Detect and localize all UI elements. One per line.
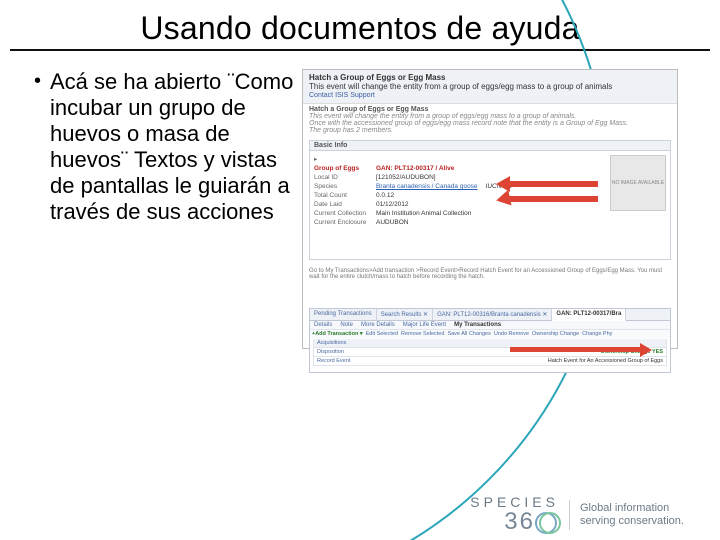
brand-big: 36 [504,508,535,535]
logo-ring-icon [535,509,559,533]
toolbar-row: +Add Transaction ▾ Edit Selected Remove … [310,330,670,338]
edit-selected-button[interactable]: Edit Selected [366,331,398,337]
menu-label: Acquisitions [317,340,346,346]
tab2-major[interactable]: Major Life Event [399,321,450,329]
ownership-change-button[interactable]: Ownership Change [532,331,579,337]
arrow-icon [508,181,598,187]
bullet-column: • Acá se ha abierto ¨Como incubar un gru… [34,69,294,349]
gan-value: GAN: PLT12-00317 / Alive [376,165,454,172]
footer: SPECIES 36 Global information serving co… [0,495,720,534]
support-link[interactable]: Contact ISIS Support [309,92,671,99]
species-label: Species [314,183,372,190]
species-value[interactable]: Branta canadensis / Canada goose [376,183,478,190]
tab-gan1[interactable]: GAN: PLT12-00316/Branta canadensis ✕ [433,309,552,320]
total-label: Total Count [314,192,372,199]
tab-search[interactable]: Search Results ✕ [377,309,433,320]
tabs-secondary: Details Note More Details Major Life Eve… [310,321,670,330]
shot-subdesc2: Once with the accessioned group of eggs/… [309,120,671,127]
footer-tagline: Global information serving conservation. [580,502,700,527]
localid-label: Local ID [314,174,372,181]
change-phy-button[interactable]: Change Phy [582,331,612,337]
species360-logo: SPECIES 36 [470,495,559,534]
group-label: Group of Eggs [314,165,372,172]
coll-value: Main Institution Animal Collection [376,210,471,217]
arrow-icon [510,347,640,352]
bullet-dot: • [34,69,50,225]
transactions-panel: Pending Transactions Search Results ✕ GA… [309,308,671,373]
shot-title: Hatch a Group of Eggs or Egg Mass [309,73,671,82]
below-text: Go to My Transactions>Add transaction >R… [309,268,671,280]
tab-gan2[interactable]: GAN: PLT12-00317/Bra [552,309,626,321]
footer-separator [569,500,570,530]
menu-right: Hatch Event for An Accessioned Group of … [548,358,663,364]
tab2-mytrans[interactable]: My Transactions [450,321,505,329]
date-value: 01/12/2012 [376,201,409,208]
remove-selected-button[interactable]: Remove Selected [401,331,444,337]
tab2-note[interactable]: Note [336,321,357,329]
shot-subdesc1: This event will change the entity from a… [309,113,671,120]
transaction-menu: Acquisitions Disposition Ownership Chang… [313,339,667,366]
shot-subdesc3: The group has 2 members. [309,127,671,134]
arrow-icon [640,343,652,357]
coll-label: Current Collection [314,210,372,217]
shot-subtitle: Hatch a Group of Eggs or Egg Mass [309,106,671,113]
screenshot-panel: Hatch a Group of Eggs or Egg Mass This e… [302,69,678,349]
tab2-details[interactable]: Details [310,321,336,329]
arrow-icon [508,196,598,202]
arrow-icon [494,190,511,209]
basic-info-body: NO IMAGE AVAILABLE ▸ Group of Eggs GAN: … [309,150,671,260]
bullet-text: Acá se ha abierto ¨Como incubar un grupo… [50,69,294,225]
shot-desc: This event will change the entity from a… [309,82,671,91]
total-value: 0.0.12 [376,192,394,199]
tab-pending[interactable]: Pending Transactions [310,309,377,320]
menu-label: Disposition [317,349,344,355]
image-placeholder: NO IMAGE AVAILABLE [610,155,666,211]
save-all-button[interactable]: Save All Changes [447,331,490,337]
menu-label: Record Event [317,358,350,364]
slide-title: Usando documentos de ayuda [10,0,710,51]
tabs-primary: Pending Transactions Search Results ✕ GA… [310,309,670,321]
undo-remove-button[interactable]: Undo Remove [494,331,529,337]
date-label: Date Laid [314,201,372,208]
localid-value: [121052/AUDUBON] [376,174,436,181]
tab2-more[interactable]: More Details [357,321,399,329]
menu-record-event[interactable]: Record Event Hatch Event for An Accessio… [313,357,667,366]
enc-value: AUDUBON [376,219,409,226]
add-transaction-button[interactable]: +Add Transaction ▾ [312,331,363,337]
basic-info-header: Basic Info [309,140,671,150]
enc-label: Current Enclosure [314,219,372,226]
